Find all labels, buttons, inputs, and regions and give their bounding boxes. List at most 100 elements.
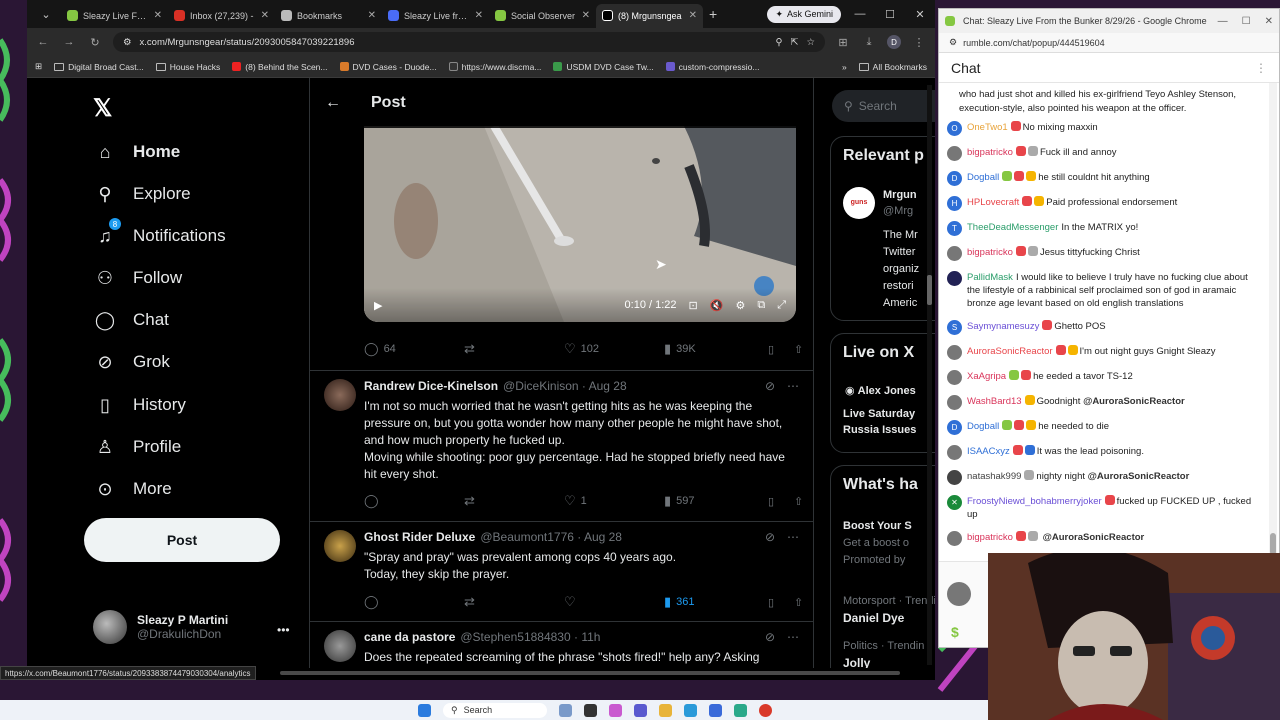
chevron-right-icon[interactable]: » xyxy=(842,62,847,72)
nav-home[interactable]: ⌂ Home xyxy=(93,140,181,164)
repost-button[interactable]: ⇄ xyxy=(464,341,564,357)
store-icon[interactable] xyxy=(709,703,722,717)
chat-username[interactable]: Dogball xyxy=(967,421,999,432)
copilot-icon[interactable] xyxy=(609,703,622,717)
nav-chat[interactable]: ◯ Chat xyxy=(93,308,169,332)
chat-mention[interactable]: @AuroraSonicReactor xyxy=(1088,471,1190,482)
chat-username[interactable]: OneTwo1 xyxy=(967,122,1008,133)
horizontal-scrollbar[interactable] xyxy=(280,671,900,675)
reply-button[interactable]: ◯ xyxy=(364,594,464,610)
reply-button[interactable]: ◯ 64 xyxy=(364,341,464,357)
more-dots-icon[interactable]: ⋯ xyxy=(787,530,799,544)
chat-username[interactable]: HPLovecraft xyxy=(967,197,1019,208)
site-info-icon[interactable]: ⚙ xyxy=(949,37,957,48)
video-player[interactable]: ▶ 0:10 / 1:22 ⊡ 🔇 ⚙ ⧉ ⤢ xyxy=(364,126,796,322)
like-button[interactable]: ♡ 1 xyxy=(564,493,664,509)
chat-username[interactable]: bigpatricko xyxy=(967,247,1013,258)
share-icon[interactable]: ⇧ xyxy=(794,495,803,508)
grok-icon[interactable]: ⊘ xyxy=(765,630,775,644)
settings-icon[interactable]: ⚙ xyxy=(735,299,745,312)
like-button[interactable]: ♡ xyxy=(564,594,664,610)
more-dots-icon[interactable]: ••• xyxy=(277,623,290,637)
reply-author[interactable]: Randrew Dice-Kinelson xyxy=(364,379,498,393)
rant-button[interactable]: $ xyxy=(951,624,959,640)
chat-address-bar[interactable]: ⚙ rumble.com/chat/popup/444519604 xyxy=(939,33,1279,53)
chat-username[interactable]: ISAACxyz xyxy=(967,446,1010,457)
chat-username[interactable]: FroostyNiewd_bohabmerryjoker xyxy=(967,496,1102,507)
edge-icon[interactable] xyxy=(684,703,697,717)
more-dots-icon[interactable]: ⋯ xyxy=(787,379,799,393)
bookmark-star-icon[interactable]: ☆ xyxy=(806,37,815,48)
grok-icon[interactable]: ⊘ xyxy=(765,379,775,393)
avatar[interactable]: D xyxy=(947,171,962,186)
avatar[interactable]: T xyxy=(947,221,962,236)
pip-icon[interactable]: ⧉ xyxy=(757,299,765,312)
play-icon[interactable]: ▶ xyxy=(374,299,382,312)
reply-tweet[interactable]: cane da pastore @Stephen51884830 · 11h ⊘ ⋯… xyxy=(310,621,813,668)
chat-mention[interactable]: @AuroraSonicReactor xyxy=(1083,396,1185,407)
bookmark-3[interactable]: (8) Behind the Scen... xyxy=(232,62,328,72)
avatar[interactable] xyxy=(947,271,962,286)
avatar[interactable]: H xyxy=(947,196,962,211)
chat-username[interactable]: bigpatricko xyxy=(967,532,1013,543)
new-tab-button[interactable]: + xyxy=(709,6,717,22)
close-icon[interactable]: ✕ xyxy=(689,10,697,21)
avatar[interactable] xyxy=(947,582,971,606)
window-close-button[interactable]: ✕ xyxy=(1265,16,1273,27)
maximize-button[interactable]: ☐ xyxy=(875,8,905,21)
avatar[interactable]: O xyxy=(947,121,962,136)
ask-gemini-button[interactable]: ✦ Ask Gemini xyxy=(767,5,841,23)
bookmark-5[interactable]: https://www.discma... xyxy=(448,62,541,72)
post-button[interactable]: Post xyxy=(84,518,280,562)
site-info-icon[interactable]: ⚙ xyxy=(123,37,132,48)
bookmark-icon[interactable]: ▯ xyxy=(768,596,794,609)
grok-icon[interactable]: ⊘ xyxy=(765,530,775,544)
fullscreen-icon[interactable]: ⤢ xyxy=(777,299,786,312)
tab-4[interactable]: Sleazy Live from ✕ xyxy=(382,4,489,28)
teams-icon[interactable] xyxy=(634,703,647,717)
extensions-icon[interactable]: ⊞ xyxy=(835,36,851,49)
tab-1[interactable]: Sleazy Live From ✕ xyxy=(61,4,168,28)
bookmark-icon[interactable]: ▯ xyxy=(768,343,794,356)
menu-icon[interactable]: ⋮ xyxy=(911,36,927,49)
avatar[interactable] xyxy=(947,531,962,546)
nav-profile[interactable]: ♙ Profile xyxy=(93,435,181,459)
chat-username[interactable]: Saymynamesuzy xyxy=(967,321,1039,332)
back-icon[interactable]: ← xyxy=(35,36,51,48)
chrome-icon[interactable] xyxy=(759,703,772,717)
avatar[interactable]: guns xyxy=(843,187,875,219)
file-explorer-icon[interactable] xyxy=(659,703,672,717)
bookmark-6[interactable]: USDM DVD Case Tw... xyxy=(553,62,654,72)
live-description[interactable]: Live Saturday Russia Issues xyxy=(843,406,916,438)
like-button[interactable]: ♡ 102 xyxy=(564,341,664,357)
tab-5[interactable]: Social Observer ✕ xyxy=(489,4,596,28)
trend-promoted[interactable]: Boost Your S Get a boost o Promoted by xyxy=(843,518,912,569)
nav-history[interactable]: ▯ History xyxy=(93,393,186,417)
share-icon[interactable]: ⇧ xyxy=(794,596,803,609)
avatar[interactable] xyxy=(947,246,962,261)
bookmark-icon[interactable]: ▯ xyxy=(768,495,794,508)
chat-username[interactable]: XaAgripa xyxy=(967,371,1006,382)
chat-username[interactable]: PallidMask xyxy=(967,272,1013,283)
bookmark-2[interactable]: House Hacks xyxy=(155,62,220,72)
nav-explore[interactable]: ⚲ Explore xyxy=(93,182,190,206)
more-dots-icon[interactable]: ⋯ xyxy=(787,630,799,644)
app-icon[interactable] xyxy=(734,703,747,717)
scrollbar-thumb[interactable] xyxy=(927,275,932,305)
relevant-name[interactable]: Mrgun xyxy=(883,189,917,201)
profile-avatar[interactable]: D xyxy=(887,35,901,49)
avatar[interactable]: S xyxy=(947,320,962,335)
avatar[interactable] xyxy=(947,146,962,161)
avatar[interactable] xyxy=(947,370,962,385)
views-button[interactable]: ▮ 361 xyxy=(664,594,768,610)
chat-username[interactable]: TheeDeadMessenger xyxy=(967,222,1058,233)
chat-username[interactable]: bigpatricko xyxy=(967,147,1013,158)
minimize-button[interactable]: — xyxy=(1218,16,1228,27)
trend-item[interactable]: Politics · Trendin Jolly xyxy=(843,638,924,668)
captions-icon[interactable]: ⊡ xyxy=(689,299,698,312)
back-arrow-icon[interactable]: ← xyxy=(325,94,341,112)
reply-tweet[interactable]: Ghost Rider Deluxe @Beaumont1776 · Aug 28… xyxy=(310,521,813,621)
tab-search-icon[interactable]: ⌄ xyxy=(31,8,61,21)
chat-username[interactable]: Dogball xyxy=(967,172,999,183)
views-button[interactable]: ▮ 39K xyxy=(664,341,768,357)
